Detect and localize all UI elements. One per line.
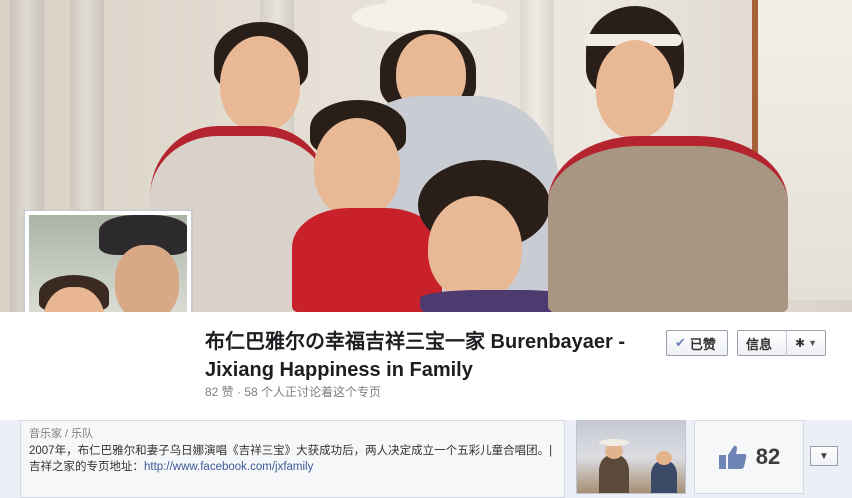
page-link[interactable]: http://www.facebook.com/jxfamily xyxy=(144,461,313,473)
liked-label: 已赞 xyxy=(689,336,716,352)
page-title: 布仁巴雅尔の幸福吉祥三宝一家 Burenbayaer - Jixiang Hap… xyxy=(205,331,626,381)
settings-button[interactable]: ✱ ▼ xyxy=(786,330,826,356)
thumbs-up-icon xyxy=(718,445,747,469)
caret-down-icon: ▼ xyxy=(819,450,829,462)
photo-thumbnail[interactable] xyxy=(576,420,686,494)
page-description: 2007年，布仁巴雅尔和妻子乌日娜演唱《吉祥三宝》大获成功后，两人决定成立一个五… xyxy=(29,443,556,475)
check-icon: ✔ xyxy=(675,335,686,350)
page-category: 音乐家 / 乐队 xyxy=(29,428,94,440)
more-dropdown-button[interactable]: ▼ xyxy=(810,446,838,466)
gear-icon: ✱ xyxy=(795,336,806,350)
liked-button[interactable]: ✔ 已赞 xyxy=(666,330,728,356)
about-box: 音乐家 / 乐队 2007年，布仁巴雅尔和妻子乌日娜演唱《吉祥三宝》大获成功后，… xyxy=(20,420,565,498)
likes-box[interactable]: 82 xyxy=(694,420,804,494)
info-button[interactable]: 信息 xyxy=(737,330,787,356)
caret-down-icon: ▼ xyxy=(808,338,817,348)
likes-count: 82 xyxy=(755,444,781,469)
info-label: 信息 xyxy=(746,336,773,352)
page-stats: 82 赞 · 58 个人正讨论着这个专页 xyxy=(205,385,382,399)
